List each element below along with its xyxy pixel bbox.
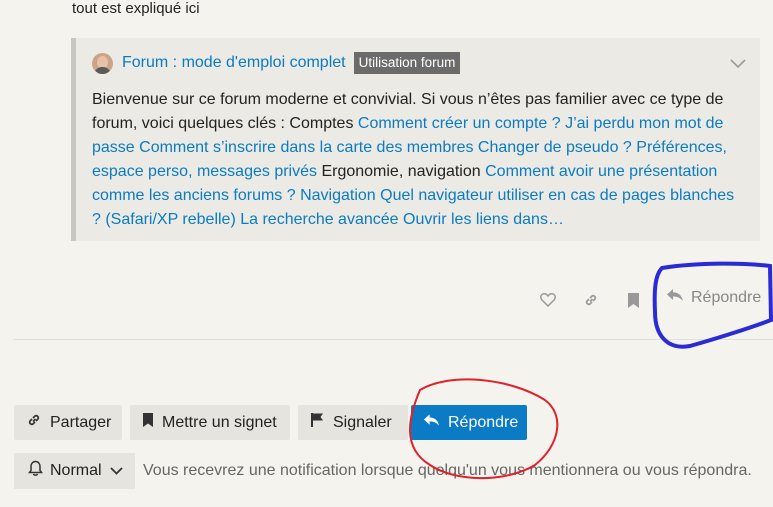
quote-header: Forum : mode d'emploi complet Utilisatio… — [92, 51, 461, 75]
bookmark-button[interactable]: Mettre un signet — [130, 405, 290, 440]
link-icon[interactable] — [583, 292, 599, 313]
reply-icon — [423, 413, 448, 432]
bookmark-icon — [142, 412, 162, 433]
flag-button[interactable]: Signaler — [298, 405, 408, 440]
quote-text: Ergonomie, navigation — [317, 163, 486, 180]
quote-excerpt: Bienvenue sur ce forum moderne et conviv… — [92, 88, 742, 232]
divider — [14, 339, 773, 340]
reply-button[interactable]: Répondre — [666, 288, 761, 307]
notification-level-dropdown[interactable]: Normal — [14, 453, 135, 489]
chevron-down-icon[interactable] — [730, 56, 746, 74]
bookmark-label: Mettre un signet — [162, 413, 277, 431]
quoted-topic-card[interactable]: Forum : mode d'emploi complet Utilisatio… — [71, 38, 760, 241]
reply-icon — [666, 288, 691, 307]
link-icon — [26, 412, 50, 433]
avatar[interactable] — [92, 52, 113, 74]
flag-icon — [310, 412, 333, 433]
notification-level-label: Normal — [50, 462, 102, 479]
bell-icon — [28, 460, 43, 482]
reply-label: Répondre — [691, 288, 762, 306]
post-actions-bar: Répondre — [0, 288, 773, 314]
chevron-down-icon — [109, 462, 123, 480]
notification-description: Vous recevrez une notification lorsque q… — [143, 462, 752, 479]
heart-icon[interactable] — [540, 292, 556, 312]
reply-primary-button[interactable]: Répondre — [411, 405, 527, 440]
share-label: Partager — [50, 413, 112, 431]
quote-title-link[interactable]: Forum : mode d'emploi complet — [122, 54, 346, 72]
reply-label: Répondre — [448, 413, 519, 431]
share-button[interactable]: Partager — [14, 405, 122, 440]
category-badge[interactable]: Utilisation forum — [353, 52, 461, 74]
post-intro-text: tout est expliqué ici — [72, 0, 200, 17]
notification-row: Normal Vous recevrez une notification lo… — [0, 453, 773, 489]
bookmark-icon[interactable] — [627, 292, 640, 314]
flag-label: Signaler — [333, 413, 392, 431]
